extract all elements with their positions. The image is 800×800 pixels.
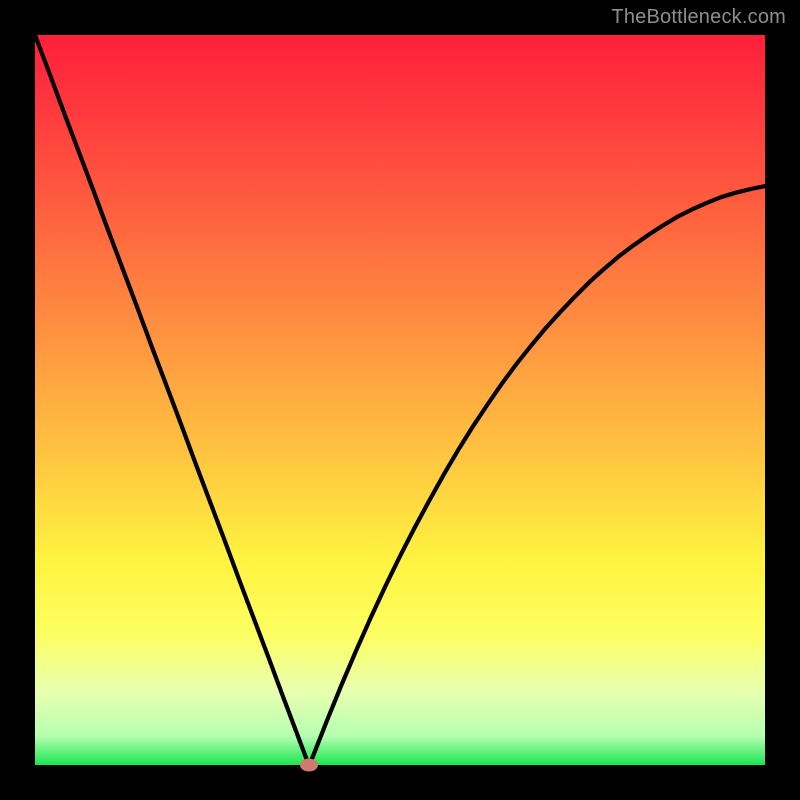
curve-svg	[35, 35, 765, 765]
chart-container: TheBottleneck.com	[0, 0, 800, 800]
bottleneck-curve	[35, 35, 765, 765]
optimum-marker	[300, 759, 318, 772]
plot-area	[35, 35, 765, 765]
watermark-text: TheBottleneck.com	[611, 6, 786, 29]
